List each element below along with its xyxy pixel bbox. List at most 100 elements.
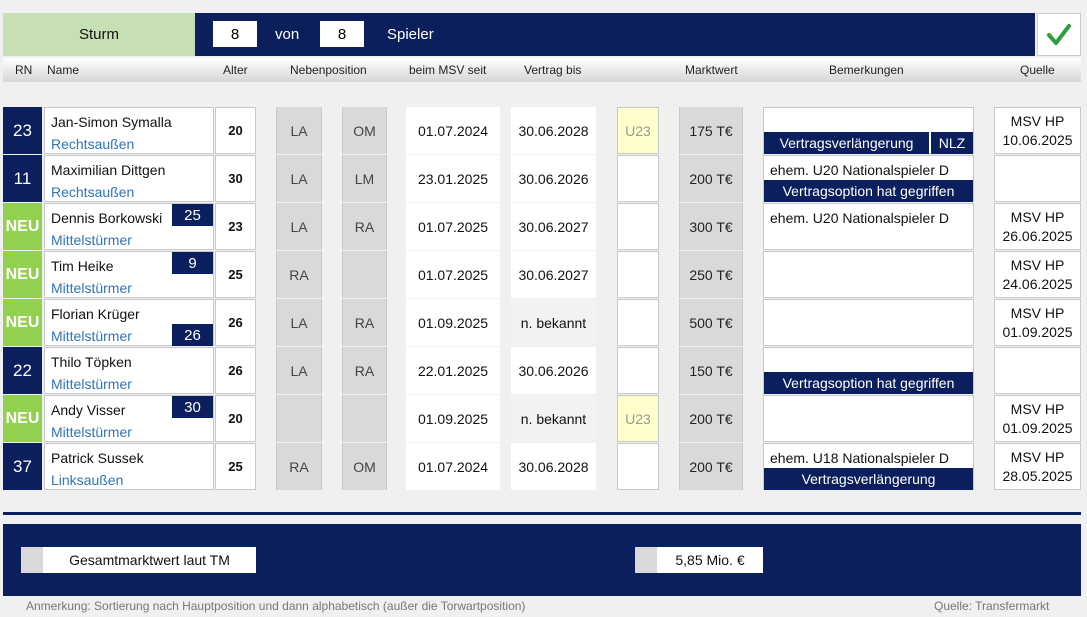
market-value: 200 T€ (679, 395, 743, 442)
remarks-cell (763, 395, 974, 442)
remark-bar: Vertragsverlängerung (764, 132, 929, 154)
source-date: 01.09.2025 (1002, 323, 1073, 340)
source-date: 01.09.2025 (1002, 419, 1073, 436)
joined-date: 01.07.2024 (406, 107, 500, 154)
player-age: 20 (215, 395, 256, 442)
total-value-label: Gesamtmarktwert laut TM (69, 552, 230, 568)
u23-marker (617, 299, 659, 346)
source-cell: MSV HP 24.06.2025 (994, 251, 1081, 298)
secondary-position-2: OM (342, 443, 387, 490)
u23-marker: U23 (617, 395, 659, 442)
player-name-cell[interactable]: Tim Heike Mittelstürmer 9 (44, 251, 214, 298)
nlz-tag: NLZ (931, 132, 973, 154)
source-note: Quelle: Transfermarkt (934, 599, 1050, 613)
player-name-cell[interactable]: Jan-Simon Symalla Rechtsaußen (44, 107, 214, 154)
joined-date: 22.01.2025 (406, 347, 500, 394)
joined-date: 01.09.2025 (406, 299, 500, 346)
u23-marker (617, 203, 659, 250)
secondary-position-2: LM (342, 155, 387, 202)
source-name: MSV HP (1010, 400, 1065, 417)
contract-until: 30.06.2027 (511, 203, 596, 250)
player-name[interactable]: Thilo Töpken (51, 354, 132, 370)
u23-marker (617, 443, 659, 490)
remarks-cell (763, 251, 974, 298)
new-jersey-number-badge: 30 (172, 396, 213, 418)
contract-until: 30.06.2028 (511, 443, 596, 490)
secondary-position-2: RA (342, 347, 387, 394)
player-name-cell[interactable]: Florian Krüger Mittelstürmer 26 (44, 299, 214, 346)
player-name[interactable]: Patrick Sussek (51, 450, 144, 466)
joined-date: 01.09.2025 (406, 395, 500, 442)
secondary-position-2 (342, 251, 387, 298)
joined-date: 23.01.2025 (406, 155, 500, 202)
header-alter: Alter (223, 63, 248, 77)
current-count-field[interactable]: 8 (213, 21, 257, 47)
market-value: 300 T€ (679, 203, 743, 250)
player-name-cell[interactable]: Andy Visser Mittelstürmer 30 (44, 395, 214, 442)
header-nebenposition: Nebenposition (290, 63, 367, 77)
source-cell (994, 347, 1081, 394)
separator-line (3, 512, 1081, 515)
market-value: 150 T€ (679, 347, 743, 394)
joined-date: 01.07.2025 (406, 251, 500, 298)
player-name[interactable]: Dennis Borkowski (51, 210, 162, 226)
remarks-cell (763, 299, 974, 346)
secondary-position-1: LA (276, 107, 322, 154)
player-name-cell[interactable]: Dennis Borkowski Mittelstürmer 25 (44, 203, 214, 250)
source-date: 24.06.2025 (1002, 275, 1073, 292)
header-marktwert: Marktwert (685, 63, 738, 77)
source-name: MSV HP (1010, 256, 1065, 273)
remarks-cell: ehem. U18 Nationalspieler D Vertragsverlä… (763, 443, 974, 490)
player-name-cell[interactable]: Thilo Töpken Mittelstürmer (44, 347, 214, 394)
new-jersey-number-badge: 9 (172, 252, 213, 274)
new-jersey-number-badge: 26 (172, 324, 213, 346)
secondary-position-1: LA (276, 299, 322, 346)
secondary-position-1: LA (276, 347, 322, 394)
u23-marker (617, 347, 659, 394)
player-name[interactable]: Andy Visser (51, 402, 125, 418)
player-name-cell[interactable]: Maximilian Dittgen Rechtsaußen (44, 155, 214, 202)
player-main-position: Rechtsaußen (51, 136, 135, 152)
contract-until: 30.06.2027 (511, 251, 596, 298)
remark-text: ehem. U20 Nationalspieler D (770, 210, 949, 226)
player-name[interactable]: Florian Krüger (51, 306, 140, 322)
player-main-position: Mittelstürmer (51, 376, 132, 392)
position-group-label: Sturm (3, 13, 195, 56)
player-name[interactable]: Tim Heike (51, 258, 114, 274)
remark-bar: Vertragsoption hat gegriffen (764, 372, 973, 394)
contract-until: 30.06.2028 (511, 107, 596, 154)
player-main-position: Mittelstürmer (51, 328, 132, 344)
new-jersey-number-badge: 25 (172, 204, 213, 226)
contract-until: n. bekannt (511, 299, 596, 346)
header-name: Name (47, 63, 80, 77)
source-cell: MSV HP 01.09.2025 (994, 299, 1081, 346)
joined-date: 01.07.2025 (406, 203, 500, 250)
source-name: MSV HP (1010, 448, 1065, 465)
player-main-position: Rechtsaußen (51, 184, 135, 200)
total-count-field[interactable]: 8 (320, 21, 364, 47)
remark-bar: Vertragsverlängerung (764, 468, 973, 490)
player-main-position: Mittelstürmer (51, 424, 132, 440)
secondary-position-2: RA (342, 203, 387, 250)
spieler-label: Spieler (387, 26, 434, 43)
total-value-box: 5,85 Mio. € (635, 547, 763, 573)
player-age: 23 (215, 203, 256, 250)
header-vertrag-bis: Vertrag bis (524, 63, 582, 77)
footer-panel: Gesamtmarktwert laut TM 5,85 Mio. € (3, 524, 1081, 596)
jersey-number: 11 (3, 155, 42, 202)
header-bemerkungen: Bemerkungen (829, 63, 904, 77)
player-name[interactable]: Jan-Simon Symalla (51, 114, 172, 130)
joined-date: 01.07.2024 (406, 443, 500, 490)
remark-text: ehem. U18 Nationalspieler D (770, 450, 949, 466)
jersey-number: 23 (3, 107, 42, 154)
checkmark-icon[interactable] (1037, 13, 1081, 56)
player-name[interactable]: Maximilian Dittgen (51, 162, 165, 178)
secondary-position-1: RA (276, 251, 322, 298)
source-date: 28.05.2025 (1002, 467, 1073, 484)
player-main-position: Linksaußen (51, 472, 124, 488)
player-count-bar: 8 von 8 Spieler (195, 13, 1035, 56)
player-name-cell[interactable]: Patrick Sussek Linksaußen (44, 443, 214, 490)
contract-until: n. bekannt (511, 395, 596, 442)
remarks-cell: Vertragsverlängerung NLZ (763, 107, 974, 154)
secondary-position-1: LA (276, 203, 322, 250)
